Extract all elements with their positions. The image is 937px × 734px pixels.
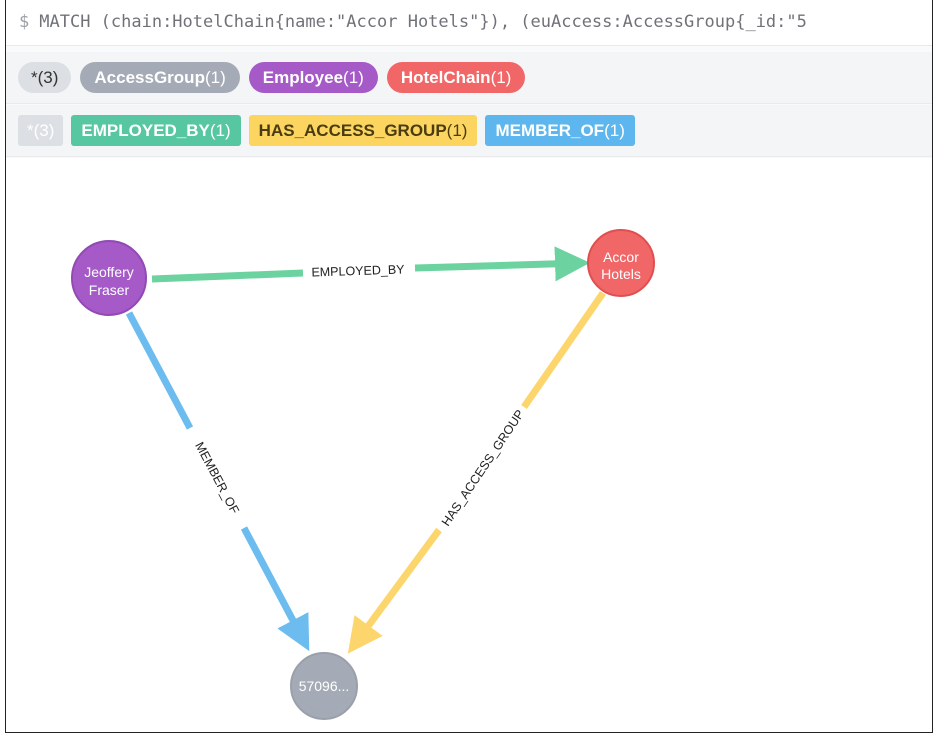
label-pill-hotelchain[interactable]: HotelChain(1) [386,62,526,93]
graph-canvas[interactable]: EMPLOYED_BY MEMBER_OF HAS_ACCESS_GROUP J… [6,158,932,732]
edge-employed-by-label: EMPLOYED_BY [311,263,405,280]
rel-tag-employed-by[interactable]: EMPLOYED_BY(1) [71,115,241,146]
query-text[interactable]: MATCH (chain:HotelChain{name:"Accor Hote… [39,12,807,32]
edge-member-of-label: MEMBER_OF [192,440,242,517]
edge-has-access-group[interactable]: HAS_ACCESS_GROUP [347,291,606,654]
edge-member-of-line-a[interactable] [125,311,194,430]
edge-member-of[interactable]: MEMBER_OF [125,311,310,652]
node-employee-line1: Jeoffery [84,264,134,280]
rel-tag-all[interactable]: *(3) [18,115,64,146]
edge-has-access-group-label: HAS_ACCESS_GROUP [439,407,527,528]
edge-employed-by[interactable]: EMPLOYED_BY [151,246,590,283]
node-hotel[interactable]: Accor Hotels [587,229,655,297]
node-labels-row: *(3) AccessGroup(1) Employee(1) HotelCha… [6,52,932,104]
relationship-types-row: *(3) EMPLOYED_BY(1) HAS_ACCESS_GROUP(1) … [6,105,932,157]
label-pill-employee[interactable]: Employee(1) [248,62,378,93]
node-employee-line2: Fraser [89,282,130,298]
edge-has-access-group-line-b[interactable] [347,527,442,654]
rel-tag-member-of[interactable]: MEMBER_OF(1) [485,115,635,146]
label-pill-all[interactable]: *(3) [18,62,72,93]
edge-member-of-line-b[interactable] [240,526,310,652]
query-prompt: $ [19,12,30,32]
node-access-group[interactable]: 57096... [290,652,358,720]
edge-has-access-group-line-a[interactable] [521,291,606,409]
label-pill-accessgroup[interactable]: AccessGroup(1) [80,62,240,93]
node-hotel-line1: Accor [603,249,639,265]
edge-employed-by-line-a[interactable] [151,269,304,283]
neo4j-result-frame: $ MATCH (chain:HotelChain{name:"Accor Hot… [5,0,933,733]
rel-tag-has-access-group[interactable]: HAS_ACCESS_GROUP(1) [248,115,478,146]
node-employee[interactable]: Jeoffery Fraser [71,240,147,316]
query-bar[interactable]: $ MATCH (chain:HotelChain{name:"Accor Hot… [6,0,932,46]
edge-employed-by-line-b[interactable] [414,246,590,282]
node-hotel-line2: Hotels [601,266,641,282]
node-access-group-label: 57096... [299,678,350,694]
graph-svg[interactable]: EMPLOYED_BY MEMBER_OF HAS_ACCESS_GROUP J… [6,158,933,733]
